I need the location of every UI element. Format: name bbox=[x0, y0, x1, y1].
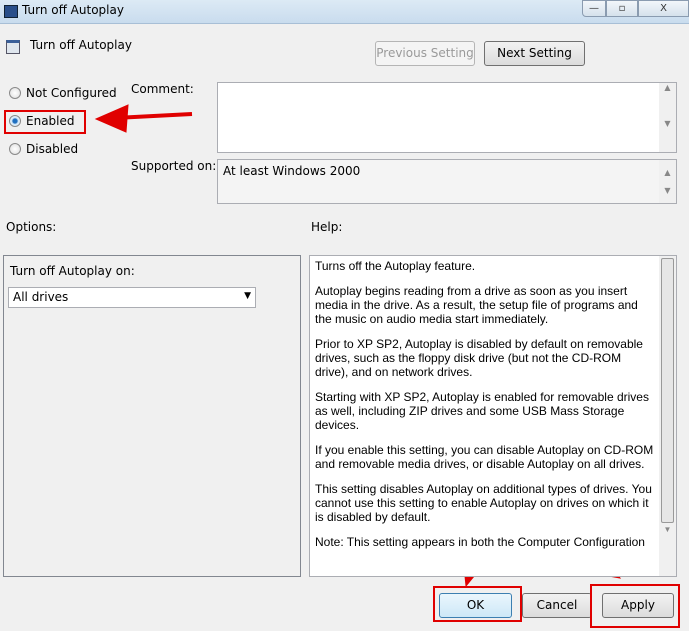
highlight-box-apply bbox=[590, 584, 680, 628]
supported-on-field: At least Windows 2000 ▲ ▼ bbox=[217, 159, 677, 204]
supported-on-value: At least Windows 2000 bbox=[223, 164, 361, 178]
drives-dropdown[interactable]: All drives ▼ bbox=[8, 287, 256, 308]
highlight-box-ok bbox=[433, 586, 522, 622]
options-label: Options: bbox=[6, 220, 57, 234]
comment-label: Comment: bbox=[131, 82, 194, 96]
options-panel: Turn off Autoplay on: All drives ▼ bbox=[3, 255, 301, 577]
help-scrollbar[interactable]: ▼ bbox=[659, 256, 676, 576]
comment-textarea[interactable]: ▲ ▼ bbox=[217, 82, 677, 153]
supported-scrollbar[interactable]: ▲ ▼ bbox=[659, 160, 676, 203]
scroll-down-icon[interactable]: ▼ bbox=[659, 525, 676, 534]
autoplay-on-label: Turn off Autoplay on: bbox=[10, 264, 135, 278]
scroll-thumb[interactable] bbox=[661, 258, 674, 523]
comment-scrollbar[interactable]: ▲ ▼ bbox=[659, 83, 676, 152]
help-panel: Turns off the Autoplay feature. Autoplay… bbox=[309, 255, 677, 577]
cancel-button[interactable]: Cancel bbox=[522, 593, 592, 618]
chevron-down-icon: ▼ bbox=[244, 291, 251, 301]
help-label: Help: bbox=[311, 220, 343, 234]
supported-on-label: Supported on: bbox=[131, 159, 217, 173]
